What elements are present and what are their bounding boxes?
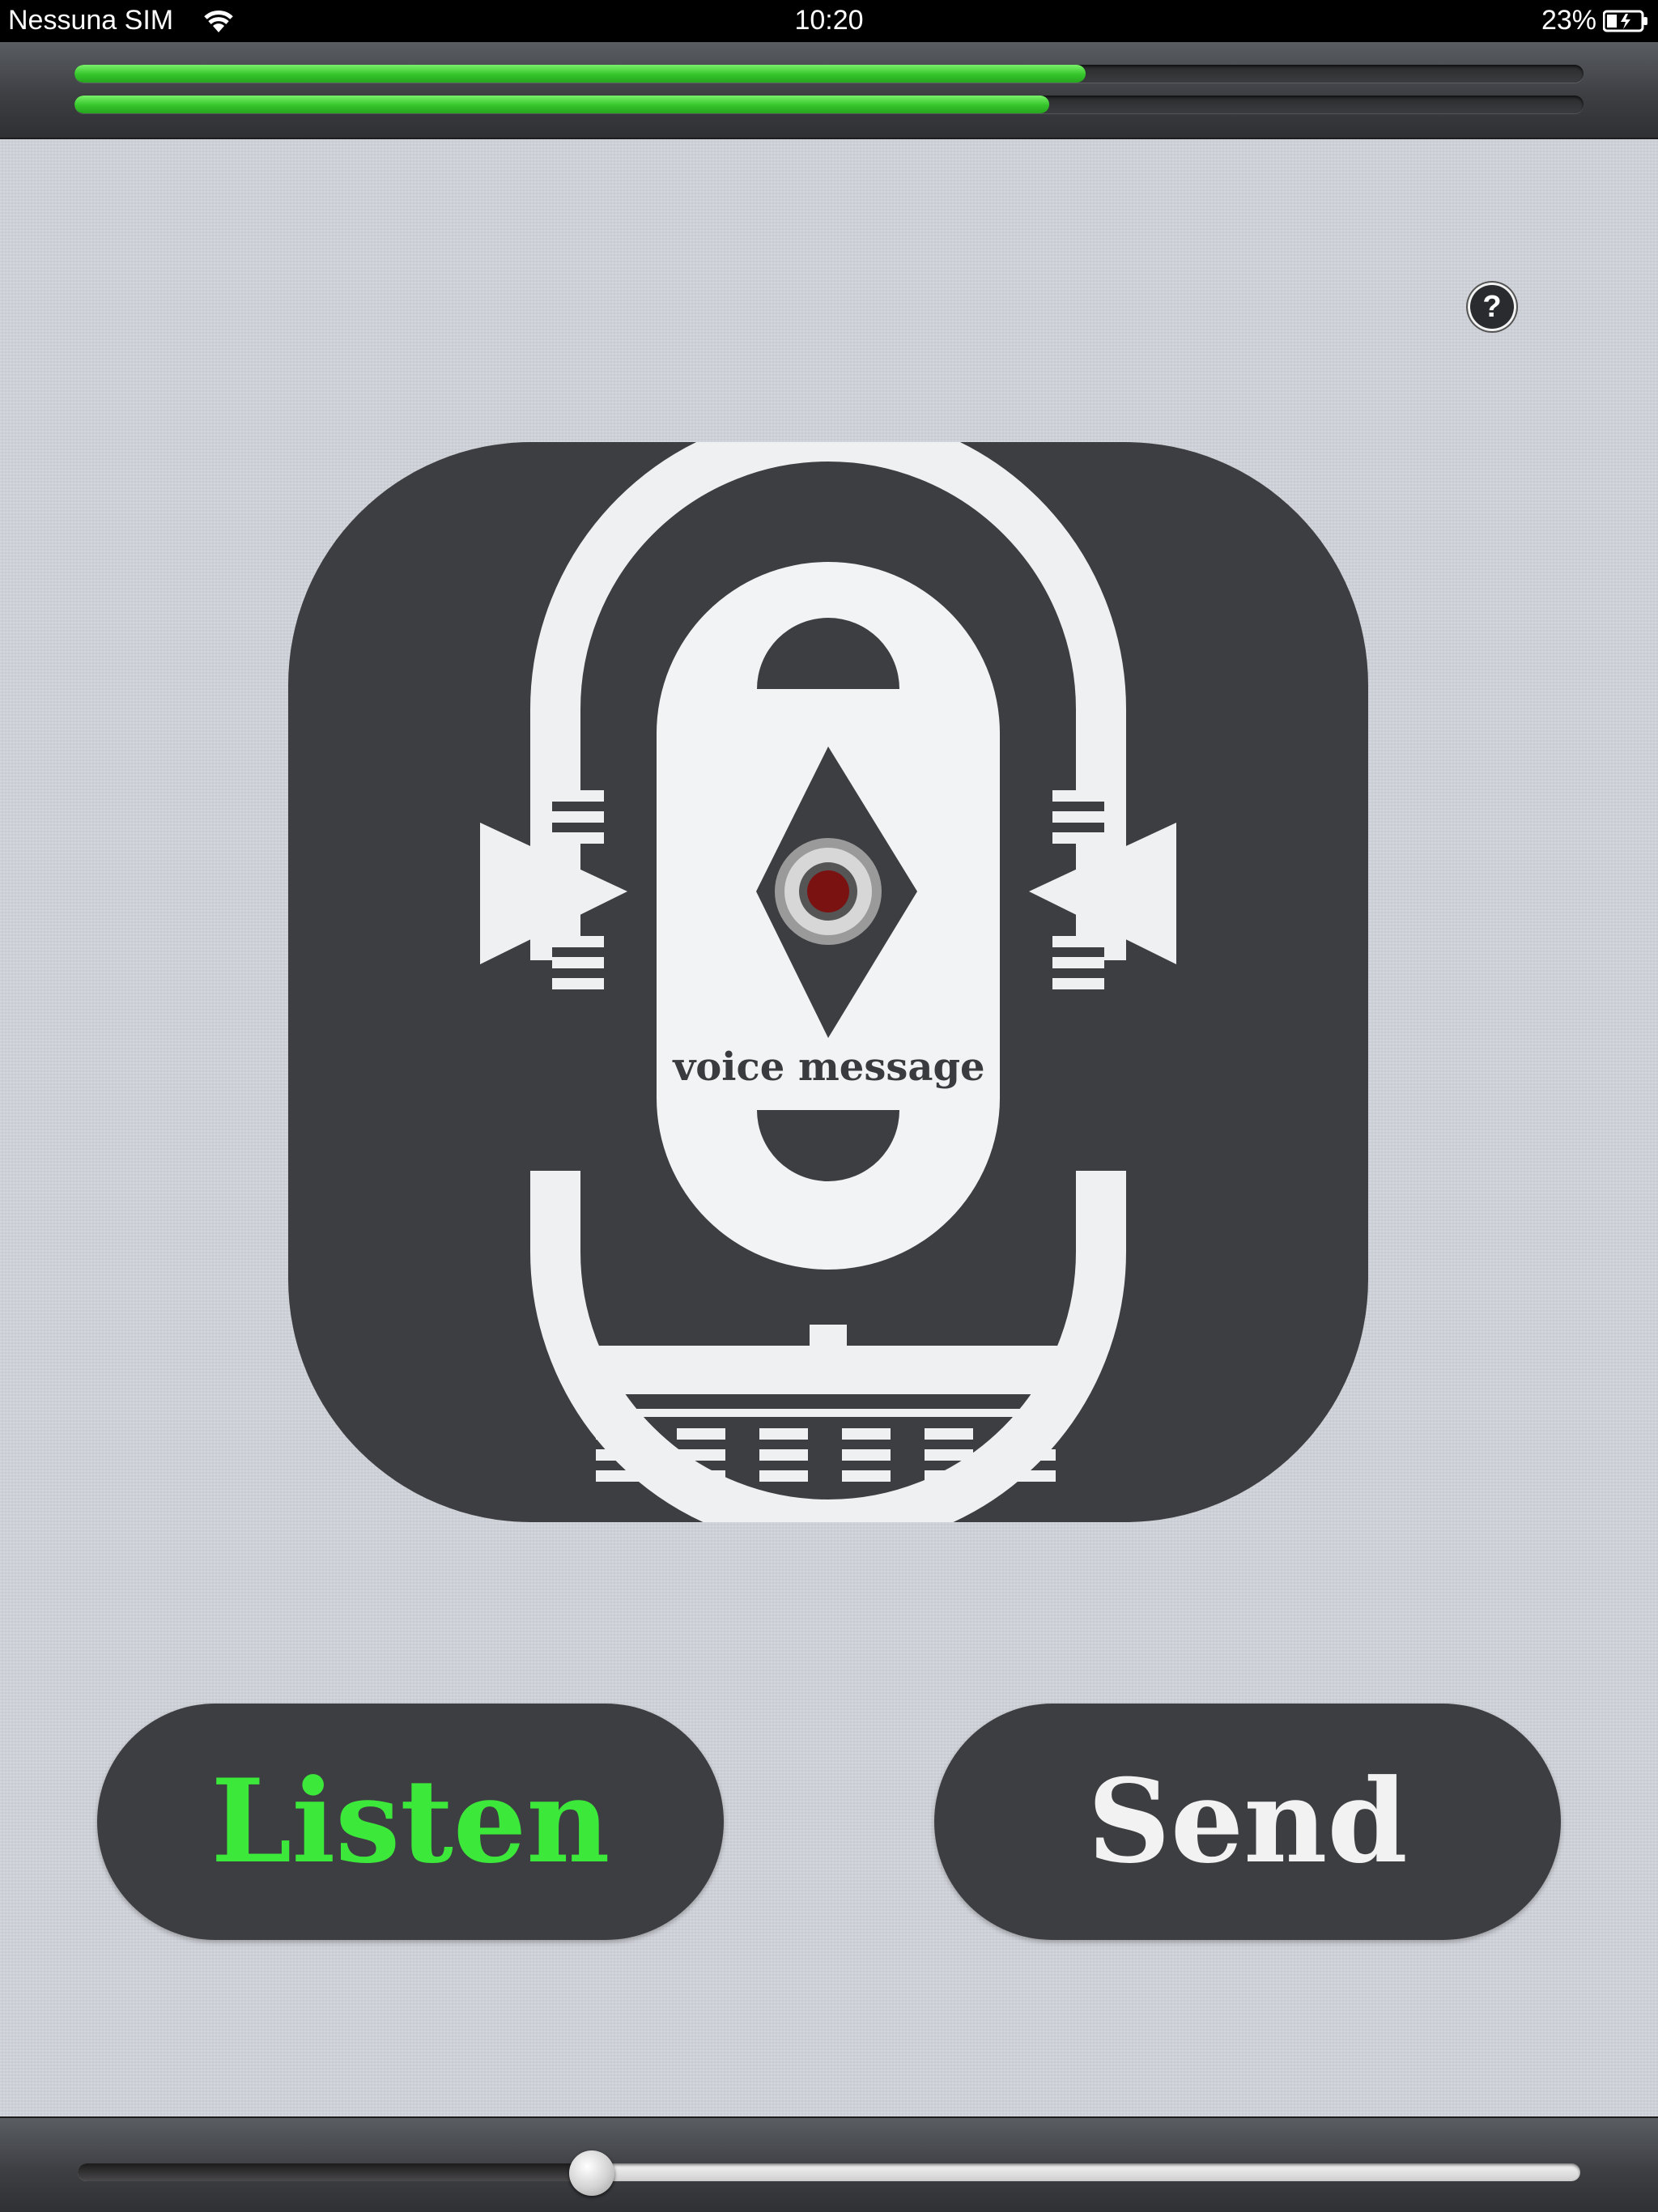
listen-button[interactable]: Listen (97, 1704, 724, 1940)
microphone-icon[interactable] (288, 442, 1368, 1522)
battery-percent: 23% (1541, 5, 1596, 36)
logo-caption: voice message (673, 1044, 985, 1090)
slider-min-track (78, 2163, 592, 2181)
bottom-toolbar (0, 2116, 1658, 2212)
status-bar: Nessuna SIM 10:20 23% (0, 0, 1658, 42)
help-button[interactable]: ? (1470, 285, 1514, 329)
send-button[interactable]: Send (934, 1704, 1561, 1940)
progress-fill-secondary (74, 96, 1050, 113)
main-content: ? voice message Listen Send (0, 139, 1658, 2116)
top-toolbar (0, 42, 1658, 139)
slider-thumb[interactable] (568, 2150, 614, 2196)
battery-icon (1603, 10, 1647, 32)
progress-bar-secondary (74, 96, 1584, 113)
clock: 10:20 (794, 5, 864, 36)
progress-fill-primary (74, 65, 1086, 83)
progress-bar-primary (74, 65, 1584, 83)
playback-slider[interactable] (78, 2163, 1580, 2181)
